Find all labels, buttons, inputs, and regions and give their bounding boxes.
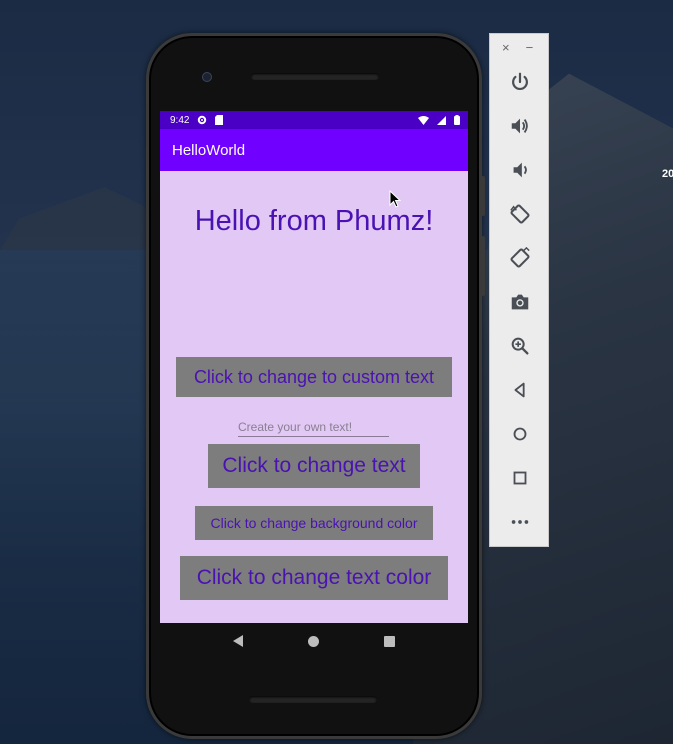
back-icon[interactable] — [490, 368, 550, 412]
volume-up-icon[interactable] — [490, 104, 550, 148]
power-icon[interactable] — [490, 60, 550, 104]
mouse-cursor-icon — [389, 190, 401, 208]
overview-icon[interactable] — [490, 456, 550, 500]
nav-bar — [160, 623, 468, 659]
emulator-toolbar: × − — [489, 33, 549, 547]
status-time: 9:42 — [170, 114, 190, 126]
volume-down-icon[interactable] — [490, 148, 550, 192]
window-controls: × − — [490, 34, 548, 60]
rotate-left-icon[interactable] — [490, 192, 550, 236]
status-bar: 9:42 — [160, 111, 468, 129]
phone-screen: 9:42 HelloWorld Hello from Phumz! Click … — [160, 111, 468, 623]
front-camera — [202, 72, 212, 82]
top-speaker — [251, 73, 379, 80]
custom-text-input[interactable] — [238, 417, 389, 437]
wifi-icon — [418, 115, 429, 125]
back-icon[interactable] — [232, 635, 243, 647]
minimize-icon[interactable]: − — [526, 40, 534, 55]
app-title: HelloWorld — [172, 141, 246, 159]
bottom-speaker — [249, 696, 377, 703]
change-to-custom-text-button[interactable]: Click to change to custom text — [176, 357, 452, 397]
main-content: Hello from Phumz! Click to change to cus… — [160, 171, 468, 623]
sd-card-icon — [215, 115, 224, 125]
battery-icon — [454, 115, 460, 125]
zoom-icon[interactable] — [490, 324, 550, 368]
change-background-color-button[interactable]: Click to change background color — [195, 506, 433, 540]
greeting-text: Hello from Phumz! — [194, 205, 434, 237]
app-bar: HelloWorld — [160, 129, 468, 171]
change-text-button[interactable]: Click to change text — [208, 444, 420, 488]
volume-button — [481, 176, 485, 216]
camera-icon[interactable] — [490, 280, 550, 324]
signal-icon — [437, 115, 446, 125]
recents-icon[interactable] — [384, 635, 396, 647]
home-icon[interactable] — [307, 635, 319, 647]
change-text-color-button[interactable]: Click to change text color — [180, 556, 448, 600]
power-button — [481, 236, 485, 296]
gear-icon — [197, 115, 207, 125]
more-icon[interactable] — [490, 500, 550, 544]
desktop-corner-text: 20 — [662, 168, 673, 180]
home-icon[interactable] — [490, 412, 550, 456]
close-icon[interactable]: × — [502, 40, 510, 55]
rotate-right-icon[interactable] — [490, 236, 550, 280]
